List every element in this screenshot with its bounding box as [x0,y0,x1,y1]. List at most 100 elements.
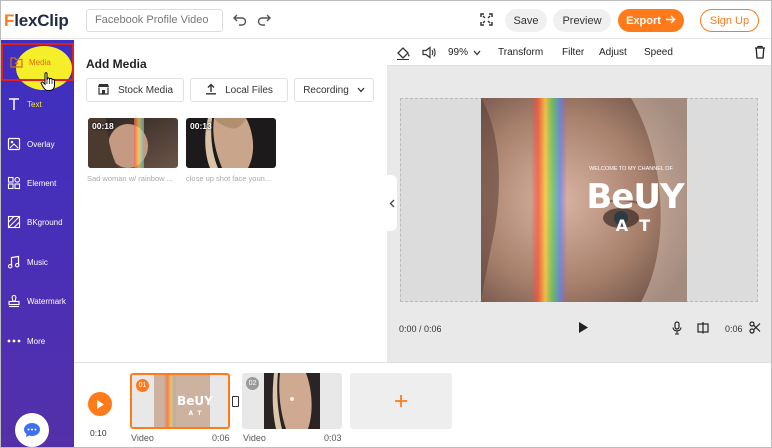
clip-duration: 0:03 [324,433,342,443]
hand-cursor-icon [40,72,56,97]
sidebar-item-label: Text [27,99,42,109]
export-label: Export [626,14,661,27]
volume-value[interactable]: 99% [448,47,468,58]
timeline-clip[interactable]: BeUY A T 01 [130,373,230,429]
element-icon [3,176,25,190]
clip-label: Video [131,433,154,443]
recording-dropdown[interactable]: Recording [294,78,374,102]
store-icon [97,83,110,98]
filter-button[interactable]: Filter [562,47,584,58]
volume-icon[interactable] [422,46,436,62]
trash-icon[interactable] [754,45,766,62]
redo-icon[interactable] [255,10,273,28]
fill-color-icon[interactable] [396,46,410,63]
stock-media-button[interactable]: Stock Media [86,78,184,102]
media-panel: Add Media Stock Media Local Files Record… [74,40,386,362]
clip-duration: 0:06 [212,433,230,443]
clip-overlay-text: BeUY [177,394,213,408]
overlay-title-top: BeUY [586,177,685,217]
recording-label: Recording [303,84,349,96]
sidebar-item-label: BKground [27,217,63,227]
plus-icon [395,395,407,407]
sidebar-item-music[interactable]: Music [1,249,74,275]
clip-number: 02 [246,377,259,390]
sidebar-item-text[interactable]: Text [1,91,74,117]
speed-button[interactable]: Speed [644,47,673,58]
top-bar: FlexClip Facebook Profile Video Save Pre… [1,1,771,39]
clip-overlay-subtext: A T [189,410,203,417]
left-sidebar: Media Text Overlay Element BKground Musi… [1,40,74,447]
transition-icon[interactable] [232,396,239,407]
sidebar-item-element[interactable]: Element [1,170,74,196]
editor-toolbar: 99% Transform Filter Adjust Speed [387,40,771,66]
video-canvas[interactable]: WELCOME TO MY CHANNEL OF BeUY A T [400,98,758,302]
save-button[interactable]: Save [505,9,547,32]
overlay-icon [3,137,25,151]
export-button[interactable]: Export [618,9,684,32]
local-files-button[interactable]: Local Files [190,78,288,102]
project-name-field[interactable]: Facebook Profile Video [86,9,223,32]
chevron-down-icon [357,85,365,96]
sidebar-item-media[interactable]: Media [1,43,74,81]
sidebar-item-label: Element [27,178,57,188]
clip-number: 01 [136,379,149,392]
sidebar-item-label: Music [27,257,48,267]
media-icon [5,56,27,68]
collapse-panel-handle[interactable] [387,175,397,231]
sidebar-item-label: More [27,336,46,346]
sidebar-item-watermark[interactable]: Watermark [1,288,74,314]
play-icon[interactable] [578,321,589,336]
adjust-button[interactable]: Adjust [599,47,627,58]
thumbnail-caption: close up shot face youn... [186,174,272,183]
logo[interactable]: FlexClip [4,11,69,31]
watermark-icon [3,294,25,308]
sidebar-item-more[interactable]: More [1,328,74,354]
chevron-left-icon [389,199,395,207]
sign-up-button[interactable]: Sign Up [700,9,759,32]
sidebar-item-label: Media [29,57,51,67]
thumbnail-caption: Sad woman w/ rainbow ... [87,174,173,183]
player-controls: 0:00 / 0:06 0:06 [387,315,771,341]
sidebar-item-label: Watermark [27,296,66,306]
text-icon [3,97,25,111]
more-icon [3,339,25,343]
stock-media-label: Stock Media [117,84,174,96]
playback-time: 0:00 / 0:06 [399,324,442,334]
timeline-play-button[interactable] [88,392,112,416]
timeline-clip[interactable]: 02 [242,373,342,429]
media-thumbnail[interactable]: 00:13 [186,118,276,168]
timeline: 0:10 BeUY A T 01 Video 0:06 02 Video 0:0… [74,362,771,447]
editor-area: 99% Transform Filter Adjust Speed WELCOM… [387,40,771,362]
clip-duration: 0:06 [725,324,743,334]
upload-icon [205,83,217,98]
overlay-caption: WELCOME TO MY CHANNEL OF [589,166,673,172]
sidebar-item-label: Overlay [27,139,55,149]
transform-button[interactable]: Transform [498,47,543,58]
timeline-total-time: 0:10 [90,428,107,438]
video-preview-frame[interactable]: WELCOME TO MY CHANNEL OF BeUY A T [481,98,687,302]
sidebar-item-overlay[interactable]: Overlay [1,131,74,157]
media-thumbnail[interactable]: 00:18 [88,118,178,168]
arrow-right-icon [665,15,676,27]
panel-title: Add Media [86,57,147,71]
scissors-icon[interactable] [749,321,761,336]
logo-letter: F [4,11,15,30]
split-icon[interactable] [697,321,709,336]
undo-icon[interactable] [231,10,249,28]
video-frame-image: WELCOME TO MY CHANNEL OF BeUY A T [481,98,687,302]
clip-label: Video [243,433,266,443]
overlay-title-bottom: A T [616,216,651,235]
chevron-down-icon[interactable] [473,48,481,59]
preview-button[interactable]: Preview [553,9,611,32]
fullscreen-icon[interactable] [477,10,495,28]
microphone-icon[interactable] [672,321,682,337]
chat-support-button[interactable] [15,413,49,447]
sidebar-item-bkground[interactable]: BKground [1,209,74,235]
logo-text: lexClip [14,11,69,30]
background-icon [3,215,25,229]
thumbnail-duration: 00:13 [190,121,212,131]
flexclip-editor: FlexClip Facebook Profile Video Save Pre… [0,0,772,448]
add-clip-button[interactable] [350,373,452,429]
play-icon [96,399,104,409]
music-icon [3,255,25,269]
